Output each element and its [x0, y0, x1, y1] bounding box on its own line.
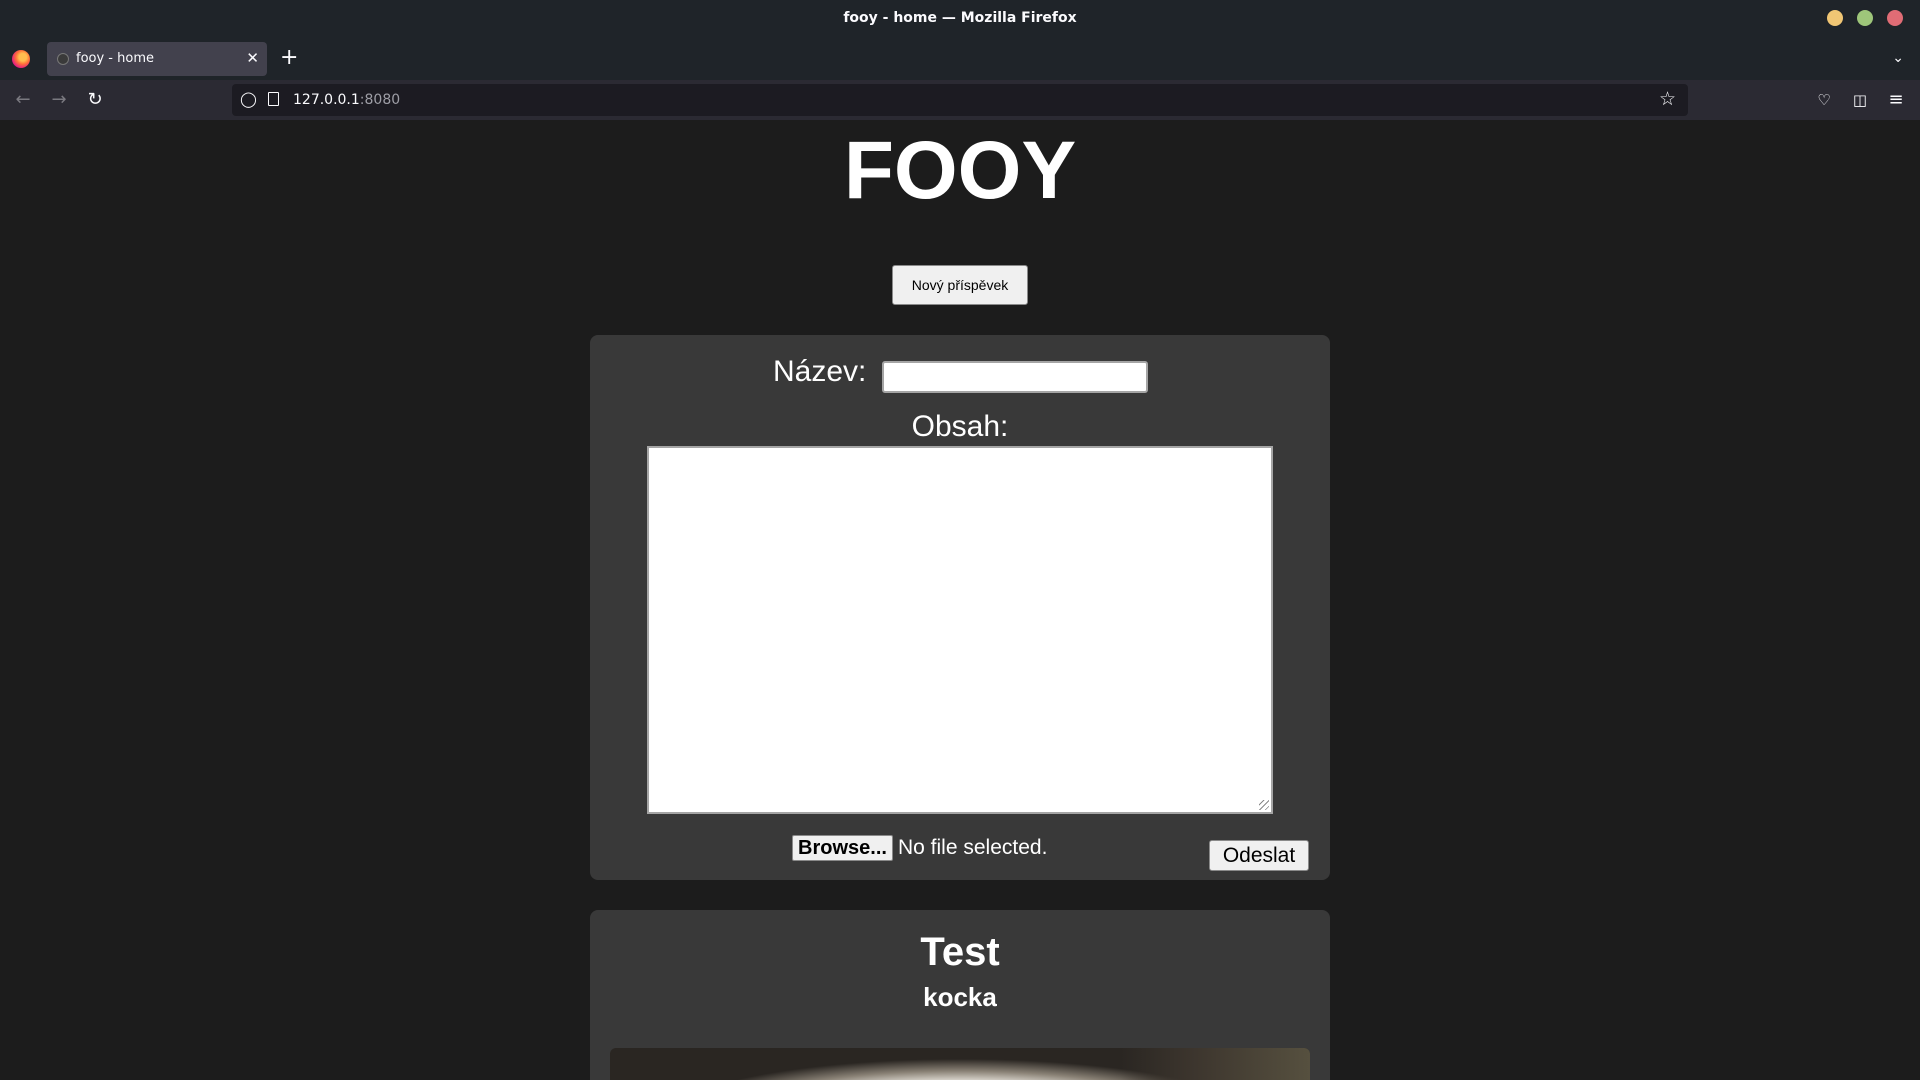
- tab-bar: fooy - home ✕ + ⌄: [0, 38, 1920, 80]
- post-image-edge: [1120, 1048, 1310, 1080]
- name-input[interactable]: [882, 361, 1148, 393]
- url-text[interactable]: 127.0.0.1:8080: [293, 92, 400, 108]
- forward-arrow-icon[interactable]: →: [47, 88, 71, 112]
- back-arrow-icon[interactable]: ←: [11, 88, 35, 112]
- file-status: No file selected.: [898, 836, 1048, 859]
- post-title: Test: [920, 930, 1000, 974]
- site-title: FOOY: [843, 125, 1077, 216]
- new-post-button[interactable]: Nový příspěvek: [892, 265, 1028, 305]
- url-port: :8080: [359, 92, 401, 108]
- tab-label: fooy - home: [76, 51, 154, 66]
- page-content: FOOY Nový příspěvek Název: Obsah: Browse…: [0, 120, 1920, 1080]
- tracking-shield-icon[interactable]: ◯: [240, 90, 257, 108]
- page-icon[interactable]: [268, 92, 279, 106]
- extensions-icon[interactable]: ◫: [1848, 88, 1872, 112]
- maximize-button[interactable]: [1857, 10, 1873, 26]
- url-bar[interactable]: ◯ 127.0.0.1:8080 ☆: [232, 84, 1688, 116]
- tab-fooy-home[interactable]: fooy - home ✕: [47, 42, 267, 76]
- resize-handle[interactable]: [1259, 800, 1269, 810]
- navigation-bar: ← → ↻ ◯ 127.0.0.1:8080 ☆ ♡ ◫ ≡: [0, 80, 1920, 120]
- name-label: Název:: [773, 355, 867, 388]
- new-post-form: Název: Obsah: Browse... No file selected…: [590, 335, 1330, 880]
- firefox-logo-icon[interactable]: [12, 50, 30, 68]
- minimize-button[interactable]: [1827, 10, 1843, 26]
- favicon-icon: [57, 53, 69, 65]
- url-host: 127.0.0.1: [293, 92, 360, 108]
- content-label: Obsah:: [911, 410, 1009, 443]
- post-card: Test kocka: [590, 910, 1330, 1080]
- close-window-button[interactable]: [1887, 10, 1903, 26]
- submit-button[interactable]: Odeslat: [1209, 840, 1309, 871]
- reload-icon[interactable]: ↻: [83, 88, 107, 112]
- star-icon[interactable]: ☆: [1659, 88, 1676, 110]
- window-title: fooy - home — Mozilla Firefox: [843, 10, 1077, 26]
- post-image: [610, 1048, 1310, 1080]
- window-titlebar: fooy - home — Mozilla Firefox: [0, 0, 1920, 38]
- browse-button[interactable]: Browse...: [792, 835, 893, 861]
- content-textarea[interactable]: [647, 446, 1273, 814]
- tab-close-icon[interactable]: ✕: [246, 49, 259, 67]
- list-tabs-chevron-icon[interactable]: ⌄: [1892, 50, 1904, 66]
- pocket-icon[interactable]: ♡: [1812, 88, 1836, 112]
- hamburger-menu-icon[interactable]: ≡: [1884, 88, 1908, 112]
- post-subtitle: kocka: [923, 982, 997, 1012]
- new-tab-button[interactable]: +: [280, 47, 298, 69]
